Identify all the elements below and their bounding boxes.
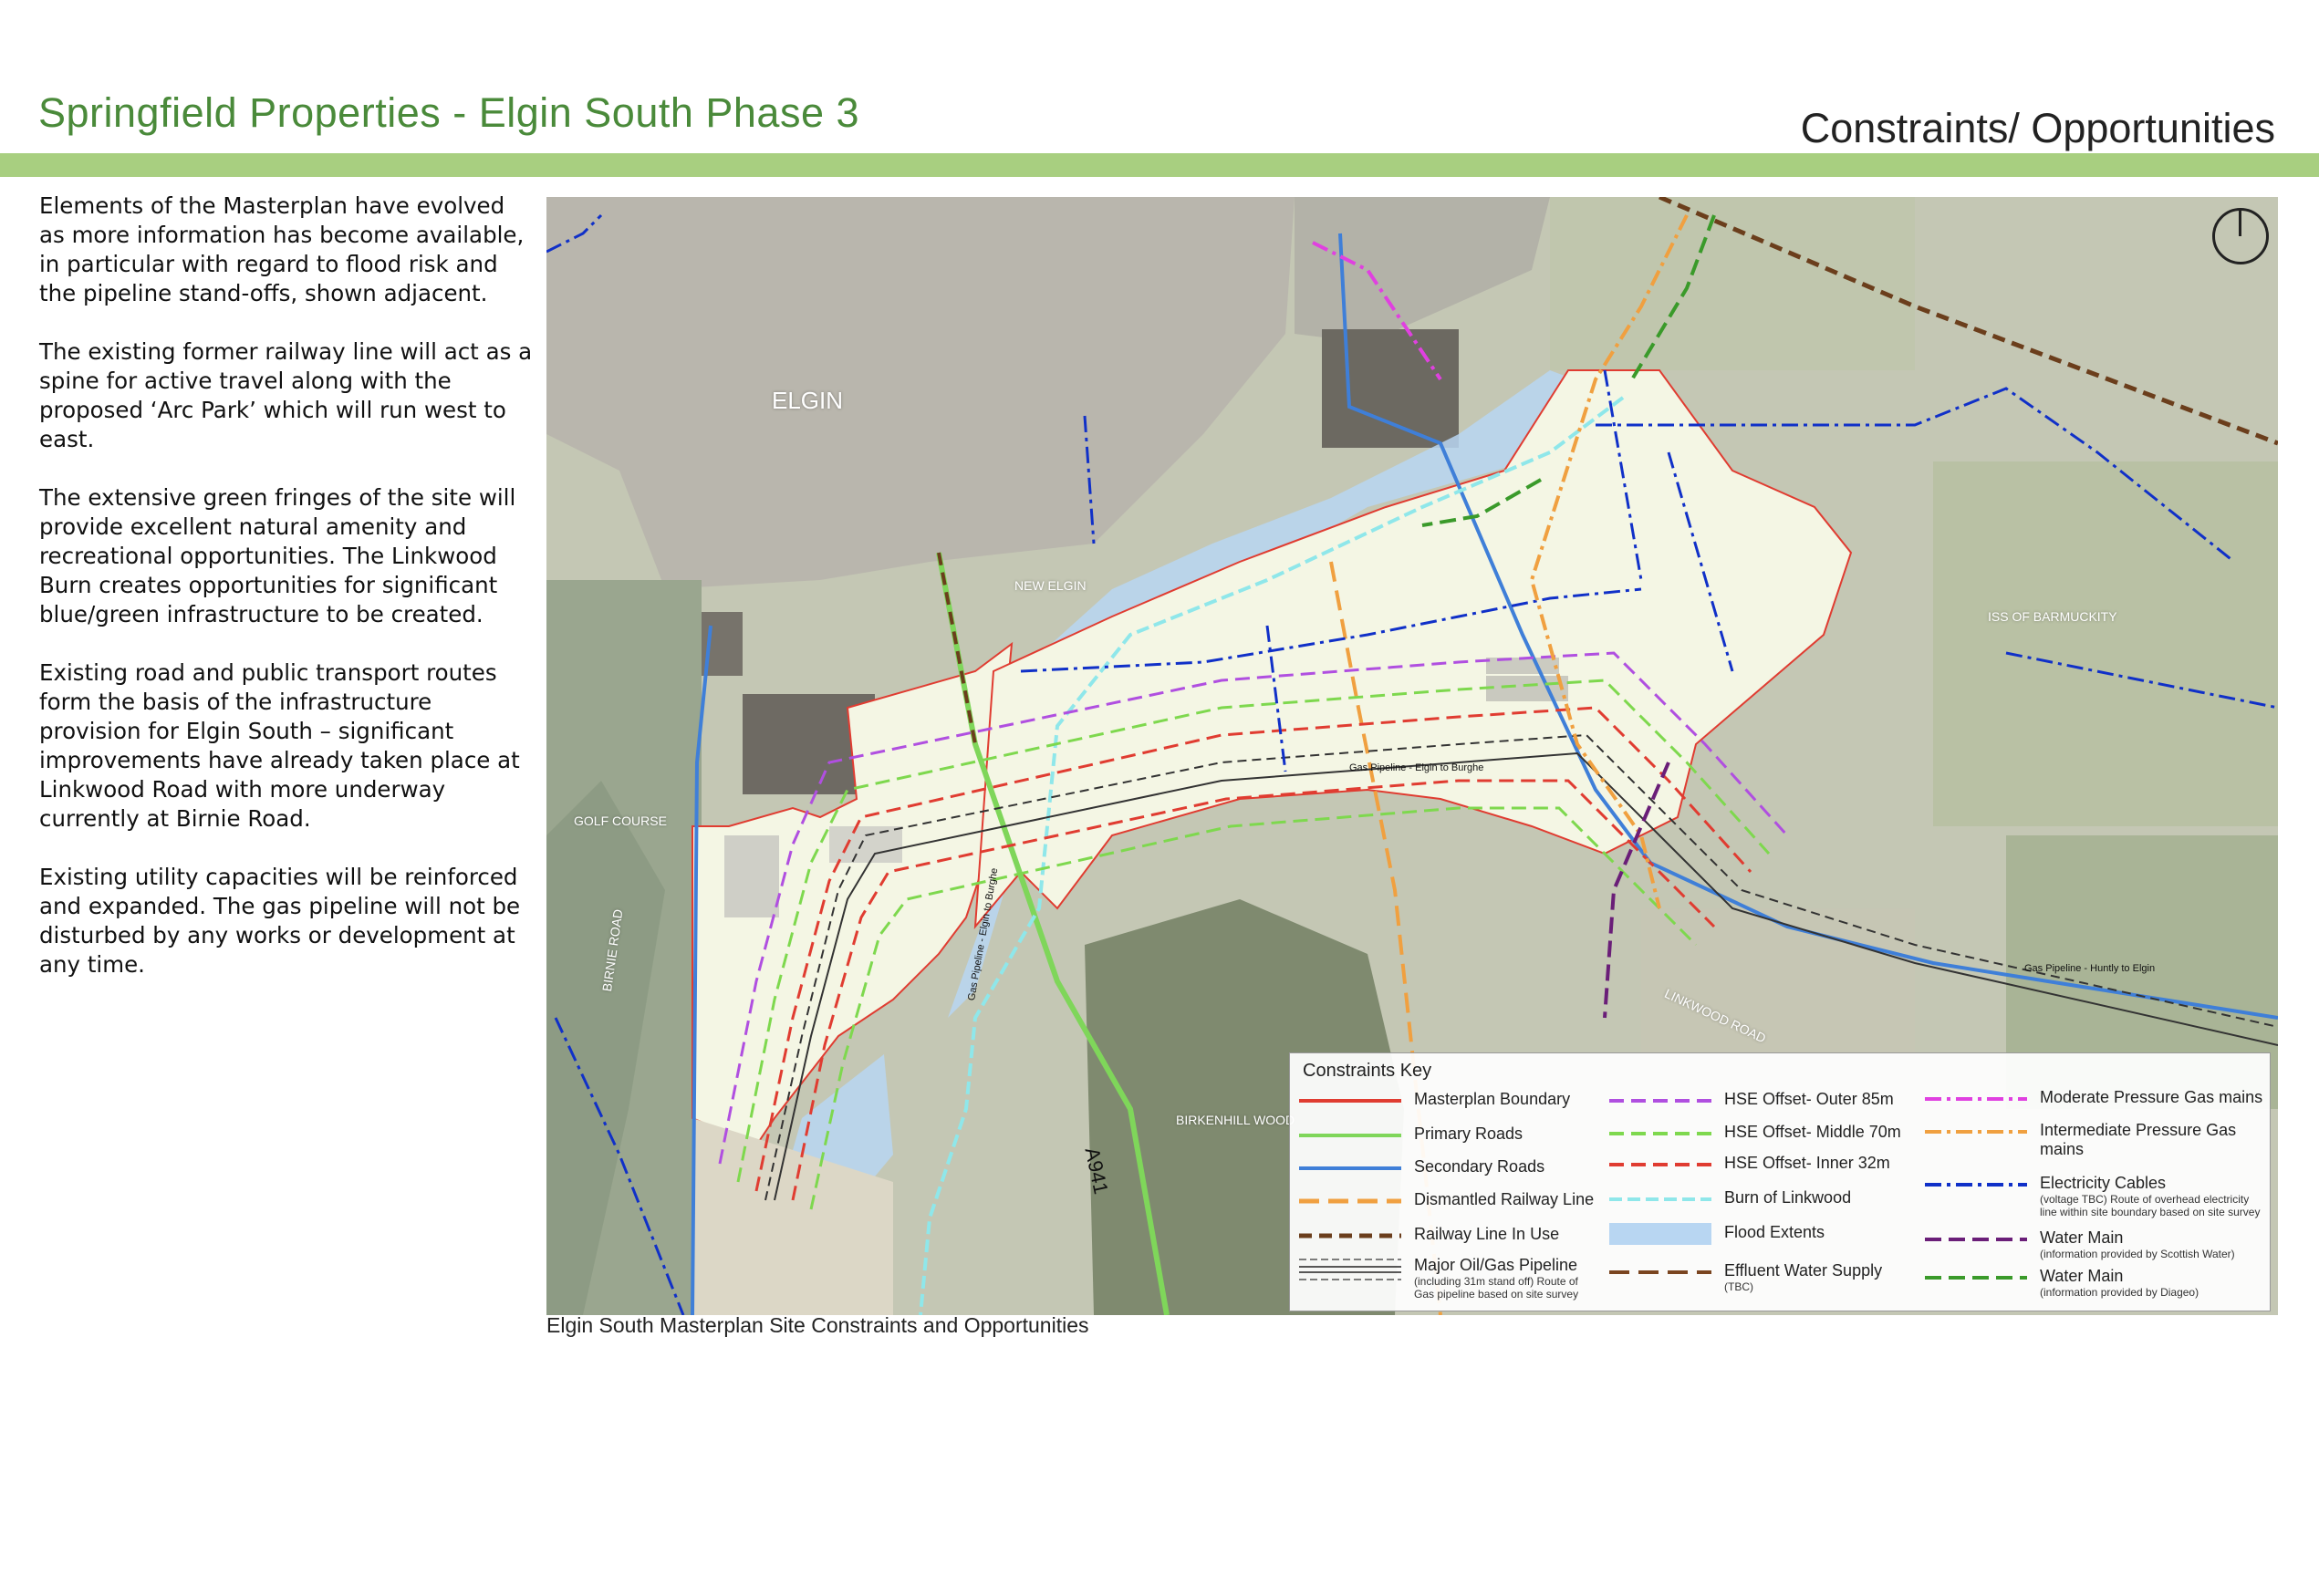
legend-item: Intermediate Pressure Gas mains bbox=[1921, 1119, 2268, 1166]
constraints-legend: Constraints Key Masterplan Boundary Prim… bbox=[1289, 1052, 2271, 1311]
legend-item: Major Oil/Gas Pipeline (including 31m sta… bbox=[1295, 1254, 1606, 1305]
legend-swatch bbox=[1925, 1276, 2027, 1280]
legend-swatch bbox=[1925, 1183, 2027, 1187]
legend-swatch bbox=[1609, 1099, 1711, 1103]
map-label-gas-pipeline: Gas Pipeline - Huntly to Elgin bbox=[2024, 963, 2156, 974]
legend-label: HSE Offset- Middle 70m bbox=[1724, 1123, 1901, 1141]
legend-item: Effluent Water Supply (TBC) bbox=[1606, 1259, 1916, 1296]
page-title: Springfield Properties - Elgin South Pha… bbox=[38, 89, 860, 136]
legend-label: Railway Line In Use bbox=[1414, 1225, 1560, 1243]
legend-swatch bbox=[1299, 1134, 1401, 1137]
map-caption: Elgin South Masterplan Site Constraints … bbox=[546, 1313, 1089, 1337]
legend-swatch bbox=[1299, 1259, 1401, 1280]
legend-label: HSE Offset- Outer 85m bbox=[1724, 1090, 1894, 1108]
legend-label: Effluent Water Supply (TBC) bbox=[1724, 1261, 1883, 1293]
legend-title: Constraints Key bbox=[1303, 1061, 1432, 1081]
legend-label: Moderate Pressure Gas mains bbox=[2040, 1088, 2263, 1106]
legend-item: Water Main (information provided by Diag… bbox=[1921, 1265, 2268, 1301]
legend-item: HSE Offset- Inner 32m bbox=[1606, 1152, 1916, 1188]
legend-swatch bbox=[1609, 1223, 1711, 1245]
legend-swatch bbox=[1925, 1238, 2027, 1241]
legend-swatch bbox=[1609, 1163, 1711, 1166]
map-label-birkenhill-wood: BIRKENHILL WOOD bbox=[1176, 1113, 1295, 1127]
legend-label: Major Oil/Gas Pipeline (including 31m sta… bbox=[1414, 1256, 1579, 1301]
legend-item: Electricity Cables (voltage TBC) Route o… bbox=[1921, 1172, 2268, 1223]
intro-paragraph: Elements of the Masterplan have evolved … bbox=[39, 192, 525, 306]
header-divider bbox=[0, 153, 2319, 177]
legend-label: Primary Roads bbox=[1414, 1124, 1523, 1143]
legend-item: HSE Offset- Outer 85m bbox=[1606, 1088, 1916, 1124]
legend-swatch bbox=[1925, 1097, 2027, 1101]
legend-swatch bbox=[1609, 1270, 1711, 1274]
legend-label: Intermediate Pressure Gas mains bbox=[2040, 1121, 2237, 1158]
legend-label: HSE Offset- Inner 32m bbox=[1724, 1154, 1890, 1172]
legend-label: Water Main (information provided by Diag… bbox=[2040, 1267, 2199, 1299]
legend-item: Moderate Pressure Gas mains bbox=[1921, 1086, 2268, 1123]
legend-swatch bbox=[1299, 1099, 1401, 1103]
intro-text: Elements of the Masterplan have evolved … bbox=[39, 192, 536, 1009]
map-label-new-elgin: NEW ELGIN bbox=[1014, 578, 1087, 593]
intro-paragraph: Existing utility capacities will be rein… bbox=[39, 864, 521, 978]
legend-label: Electricity Cables (voltage TBC) Route o… bbox=[2040, 1174, 2261, 1218]
north-arrow-icon bbox=[2212, 208, 2269, 264]
legend-swatch bbox=[1925, 1130, 2027, 1134]
legend-label: Masterplan Boundary bbox=[1414, 1090, 1571, 1108]
intro-paragraph: The existing former railway line will ac… bbox=[39, 338, 533, 452]
legend-swatch bbox=[1299, 1166, 1401, 1170]
legend-swatch bbox=[1609, 1197, 1711, 1201]
map-label-barmuckity: ISS OF BARMUCKITY bbox=[1988, 609, 2117, 624]
legend-label: Flood Extents bbox=[1724, 1223, 1825, 1241]
map-label-gas-pipeline: Gas Pipeline - Elgin to Burghe bbox=[1349, 762, 1484, 773]
intro-paragraph: Existing road and public transport route… bbox=[39, 659, 520, 832]
legend-swatch bbox=[1299, 1198, 1401, 1204]
legend-label: Dismantled Railway Line bbox=[1414, 1190, 1595, 1208]
legend-item: Masterplan Boundary bbox=[1295, 1088, 1606, 1124]
legend-item: Dismantled Railway Line bbox=[1295, 1188, 1606, 1225]
constraints-map: ELGIN NEW ELGIN GOLF COURSE BIRNIE ROAD … bbox=[546, 197, 2278, 1315]
legend-item: Flood Extents bbox=[1606, 1221, 1916, 1258]
map-label-golf-course: GOLF COURSE bbox=[574, 814, 667, 828]
intro-paragraph: The extensive green fringes of the site … bbox=[39, 484, 516, 627]
map-label-elgin: ELGIN bbox=[772, 387, 844, 414]
legend-label: Burn of Linkwood bbox=[1724, 1188, 1852, 1207]
legend-label: Secondary Roads bbox=[1414, 1157, 1545, 1176]
legend-item: Secondary Roads bbox=[1295, 1156, 1606, 1192]
legend-item: Water Main (information provided by Scot… bbox=[1921, 1227, 2268, 1263]
legend-label: Water Main (information provided by Scot… bbox=[2040, 1228, 2235, 1260]
legend-item: Primary Roads bbox=[1295, 1123, 1606, 1159]
legend-item: Burn of Linkwood bbox=[1606, 1187, 1916, 1223]
section-title: Constraints/ Opportunities bbox=[1800, 105, 2275, 151]
